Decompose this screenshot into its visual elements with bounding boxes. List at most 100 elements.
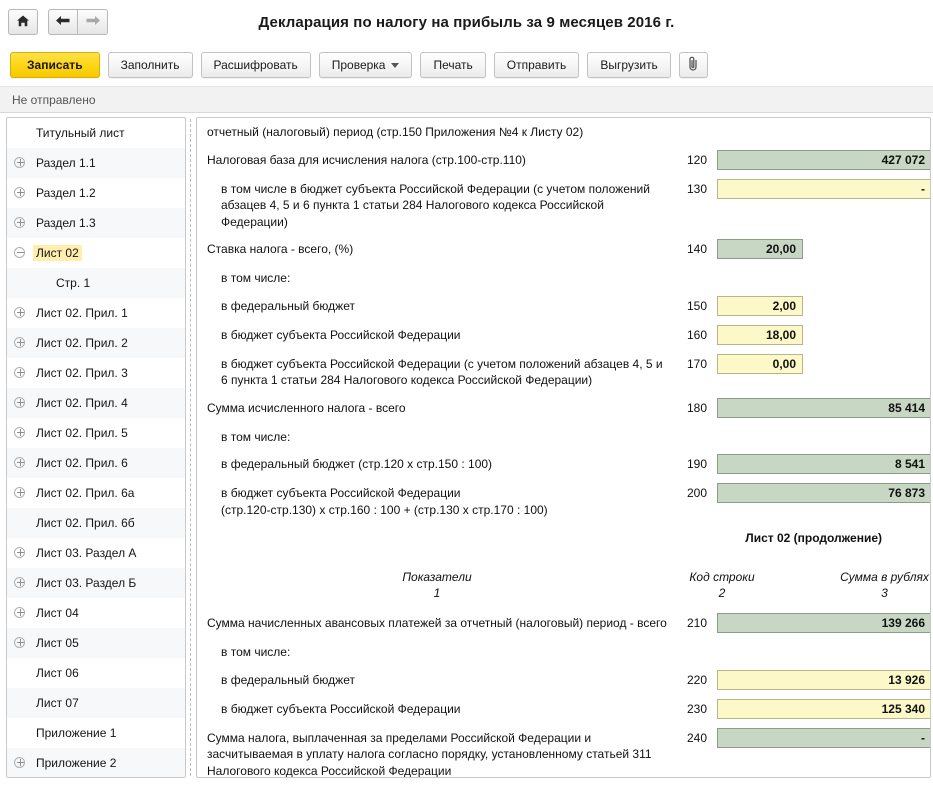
form-value-field[interactable]: 18,00	[717, 324, 803, 345]
expand-plus-icon[interactable]	[13, 636, 28, 651]
form-value-field[interactable]: 0,00	[717, 353, 803, 374]
expand-plus-icon[interactable]	[13, 156, 28, 171]
home-button[interactable]	[8, 9, 38, 35]
form-row-value-cell: 8 541	[717, 454, 930, 474]
tree-item[interactable]: Лист 02	[7, 238, 185, 268]
sheet-continuation-label: Лист 02 (продолжение)	[745, 531, 882, 545]
form-value-field[interactable]: 13 926	[717, 669, 930, 690]
form-row: Сумма исчисленного налога - всего 180 85 4…	[207, 397, 930, 418]
form-value-field[interactable]: 2,00	[717, 295, 803, 316]
tree-item[interactable]: Приложение 1	[7, 718, 185, 748]
tree-item[interactable]: Лист 04	[7, 598, 185, 628]
column-header-amount-text: Сумма в рублях	[840, 570, 929, 584]
expand-plus-icon[interactable]	[13, 426, 28, 441]
declaration-form-panel[interactable]: отчетный (налоговый) период (стр.150 При…	[196, 117, 931, 778]
forward-button[interactable]	[78, 9, 108, 35]
attach-button[interactable]	[678, 52, 708, 78]
expand-plus-icon[interactable]	[13, 576, 28, 591]
tree-item-label: Лист 02. Прил. 1	[36, 306, 128, 320]
fill-button[interactable]: Заполнить	[107, 52, 193, 78]
tree-item[interactable]: Лист 02. Прил. 6а	[7, 478, 185, 508]
column-header-row-code-number: 2	[718, 586, 726, 600]
tree-item-label: Лист 03. Раздел Б	[36, 576, 137, 590]
tree-item[interactable]: Лист 03. Раздел Б	[7, 568, 185, 598]
expand-plus-icon[interactable]	[13, 606, 28, 621]
tree-item[interactable]: Стр. 1	[7, 268, 185, 298]
tree-item[interactable]: Лист 05	[7, 628, 185, 658]
form-value-field[interactable]: 20,00	[717, 239, 803, 259]
decrypt-button[interactable]: Расшифровать	[200, 52, 311, 78]
tree-item[interactable]: Лист 07	[7, 688, 185, 718]
form-row-description: в бюджет субъекта Российской Федерации (…	[221, 356, 663, 388]
expand-plus-icon[interactable]	[13, 456, 28, 471]
expand-plus-icon[interactable]	[13, 756, 28, 771]
panel-splitter[interactable]	[186, 117, 196, 778]
tree-item[interactable]: Раздел 1.2	[7, 178, 185, 208]
tree-item[interactable]: Лист 02. Прил. 3	[7, 358, 185, 388]
form-row-value-cell: 0,00	[717, 353, 803, 374]
form-row-description: Сумма начисленных авансовых платежей за …	[207, 616, 667, 630]
check-dropdown-button[interactable]: Проверка	[318, 52, 413, 78]
write-button[interactable]: Записать	[10, 52, 100, 78]
arrow-left-icon	[55, 14, 71, 30]
form-row-code	[667, 642, 717, 645]
form-row-value-cell: 125 340	[717, 698, 930, 719]
page-title: Декларация по налогу на прибыль за 9 мес…	[258, 13, 675, 31]
upload-button[interactable]: Выгрузить	[587, 52, 671, 78]
send-button[interactable]: Отправить	[493, 52, 580, 78]
tree-item-label: Лист 07	[36, 696, 79, 710]
form-value-field[interactable]: -	[717, 727, 930, 748]
tree-item[interactable]: Лист 02. Прил. 5	[7, 418, 185, 448]
history-navigation-group	[48, 9, 108, 35]
expand-plus-icon[interactable]	[13, 396, 28, 411]
tree-item-label: Лист 05	[36, 636, 79, 650]
form-row-value-cell: 2,00	[717, 295, 803, 316]
form-row: Сумма налога, выплаченная за пределами Р…	[207, 727, 930, 777]
expand-plus-icon[interactable]	[13, 306, 28, 321]
expand-plus-icon[interactable]	[13, 486, 28, 501]
form-value-field[interactable]: 427 072	[717, 149, 930, 170]
expand-plus-icon[interactable]	[13, 216, 28, 231]
form-row-value-cell: 427 072	[717, 149, 930, 170]
form-value-field[interactable]: 85 414	[717, 397, 930, 418]
tree-item[interactable]: Лист 02. Прил. 6	[7, 448, 185, 478]
form-value-field[interactable]: 125 340	[717, 698, 930, 719]
tree-item[interactable]: Лист 02. Прил. 6б	[7, 508, 185, 538]
expand-plus-icon[interactable]	[13, 366, 28, 381]
form-row: в бюджет субъекта Российской Федерации (с…	[207, 483, 930, 518]
tree-item[interactable]: Лист 02. Прил. 4	[7, 388, 185, 418]
expand-plus-icon[interactable]	[13, 546, 28, 561]
tree-item[interactable]: Раздел 1.1	[7, 148, 185, 178]
tree-item[interactable]: Лист 02. Прил. 1	[7, 298, 185, 328]
form-row: в федеральный бюджет 220 13 926	[207, 669, 930, 690]
form-row: в федеральный бюджет 150 2,00	[207, 295, 920, 316]
print-button[interactable]: Печать	[420, 52, 486, 78]
tree-item[interactable]: Титульный лист	[7, 118, 185, 148]
tree-item[interactable]: Приложение 2	[7, 748, 185, 777]
tree-item[interactable]: Раздел 1.3	[7, 208, 185, 238]
form-value-field[interactable]: 8 541	[717, 454, 930, 474]
back-button[interactable]	[48, 9, 78, 35]
declaration-sections-tree[interactable]: Титульный лист Раздел 1.1 Раздел 1.2 Раздел…	[6, 117, 186, 778]
form-row: в бюджет субъекта Российской Федерации 23…	[207, 698, 930, 719]
form-row-code: 160	[686, 327, 707, 342]
form-value-field[interactable]: -	[717, 178, 930, 199]
tree-item-label: Лист 02	[33, 245, 82, 261]
tree-item[interactable]: Лист 06	[7, 658, 185, 688]
column-header-amount-number: 3	[881, 586, 888, 600]
tree-item[interactable]: Лист 03. Раздел А	[7, 538, 185, 568]
form-content: отчетный (налоговый) период (стр.150 При…	[197, 118, 930, 777]
form-row-description: в том числе в бюджет субъекта Российской…	[221, 181, 650, 229]
form-value-field[interactable]: 139 266	[717, 613, 930, 633]
tree-item[interactable]: Лист 02. Прил. 2	[7, 328, 185, 358]
send-status-bar: Не отправлено	[0, 86, 933, 113]
form-row: в том числе:	[207, 427, 920, 446]
form-value-field[interactable]: 76 873	[717, 483, 930, 503]
expand-plus-icon[interactable]	[13, 336, 28, 351]
form-row-value-cell: -	[717, 178, 930, 199]
expand-plus-icon[interactable]	[13, 186, 28, 201]
form-row: в том числе:	[207, 642, 920, 661]
collapse-minus-icon[interactable]	[13, 246, 28, 261]
column-header-row-code: Код строки 2	[667, 569, 777, 601]
